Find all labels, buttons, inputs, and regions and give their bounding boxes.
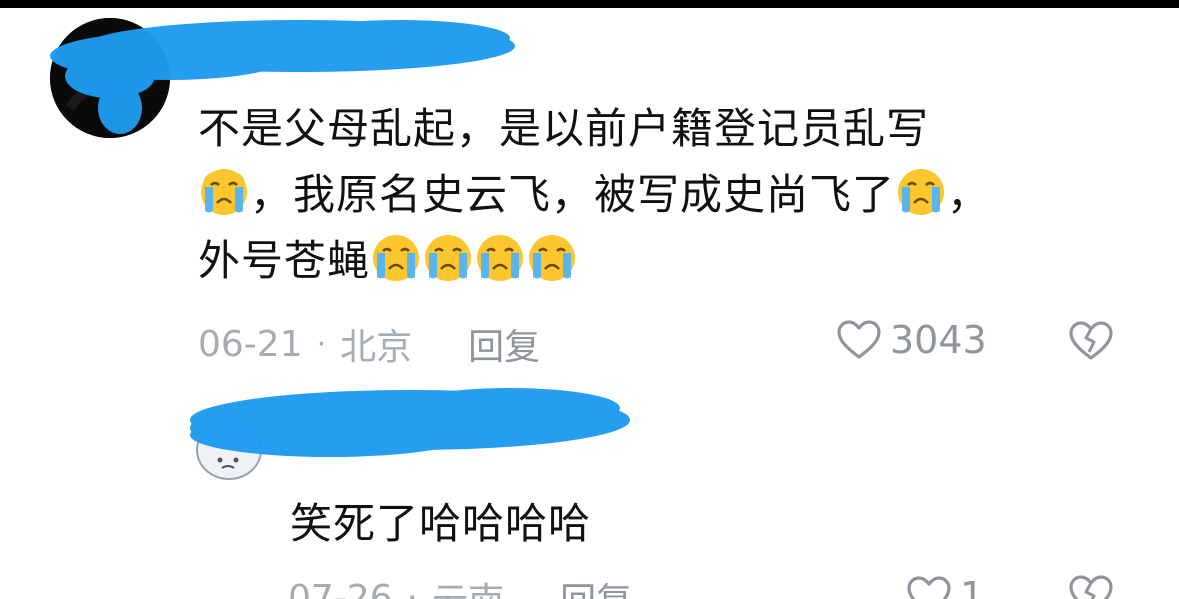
meta-separator: ·	[316, 326, 327, 362]
comment-body: 不是父母乱起，是以前户籍登记员乱写 ，我原名史云飞，被写成史尚飞了 ， 外号苍蝇	[198, 96, 1118, 294]
heart-icon	[907, 576, 951, 599]
broken-heart-icon	[1069, 321, 1113, 360]
comment-text-segment: 不是父母乱起，是以前户籍登记员乱写	[198, 104, 930, 153]
reply-body: 笑死了哈哈哈哈	[290, 499, 592, 548]
reply-meta: 07-26 · 云南 回复	[288, 572, 632, 599]
reply-date: 07-26	[288, 577, 393, 599]
meta-separator: ·	[406, 577, 419, 599]
reply-button[interactable]: 回复	[468, 318, 540, 370]
comment-text-segment: 外号苍蝇	[198, 236, 371, 285]
comment-location: 北京	[340, 327, 413, 368]
broken-heart-icon	[1069, 575, 1113, 599]
comment-thread: 不是父母乱起，是以前户籍登记员乱写 ，我原名史云飞，被写成史尚飞了 ， 外号苍蝇…	[0, 0, 1179, 599]
comment-line: 不是父母乱起，是以前户籍登记员乱写	[198, 96, 1118, 162]
loudly-crying-face-icon	[477, 235, 524, 281]
comment-line: 外号苍蝇	[198, 228, 1118, 294]
reply-dislike-button[interactable]	[1068, 574, 1114, 599]
reply-location: 云南	[432, 572, 504, 599]
heart-icon	[837, 320, 881, 359]
like-button[interactable]: 3043	[836, 318, 987, 362]
comment-line: ，我原名史云飞，被写成史尚飞了 ，	[198, 162, 1118, 228]
reply-reply-button[interactable]: 回复	[560, 572, 632, 599]
comment-text-segment: ，	[947, 170, 991, 219]
loudly-crying-face-icon	[898, 169, 945, 215]
comment-meta: 06-21 · 北京 回复	[198, 318, 540, 370]
loudly-crying-face-icon	[201, 169, 247, 215]
loudly-crying-face-icon	[373, 235, 420, 281]
reply-like-button[interactable]: 1	[906, 574, 984, 599]
dislike-button[interactable]	[1068, 320, 1114, 366]
loudly-crying-face-icon	[425, 235, 472, 281]
status-bar	[0, 0, 1179, 8]
comment-date: 06-21	[198, 323, 303, 365]
loudly-crying-face-icon	[529, 235, 576, 281]
like-count: 3043	[890, 318, 987, 362]
comment-text-segment: ，我原名史云飞，被写成史尚飞了	[250, 170, 896, 219]
reply-username-redaction-scribble	[190, 388, 630, 457]
reply-like-count: 1	[960, 574, 985, 599]
